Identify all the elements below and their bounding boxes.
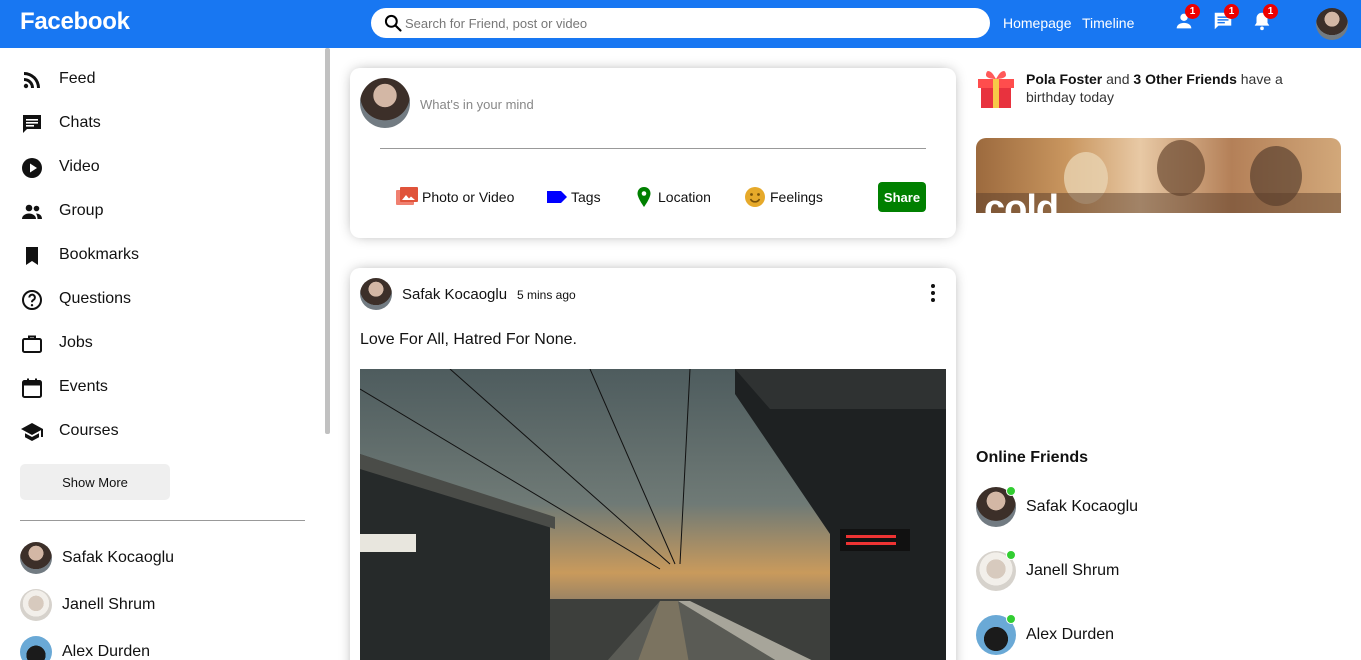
logo[interactable]: Facebook [20,8,130,36]
option-label: Feelings [770,189,823,205]
post-card: Safak Kocaoglu 5 mins ago Love For All, … [350,268,956,660]
online-friend[interactable]: Alex Durden [976,614,1276,655]
post-avatar[interactable] [360,278,392,310]
sidebar-item-label: Questions [59,290,132,307]
photo-icon [396,187,418,205]
friend-name: Janell Shrum [62,596,156,613]
share-card: Photo or Video Tags Location Feelings Sh… [350,68,956,238]
notifications-badge: 1 [1263,4,1278,19]
ad-banner[interactable]: cold [976,138,1341,213]
sidebar-item-feed[interactable]: Feed [20,66,300,94]
photo-video-option[interactable]: Photo or Video [395,184,520,210]
calendar-icon [22,378,42,398]
birthday-notice: Pola Foster and 3 Other Friends have a b… [1026,70,1316,106]
sidebar-item-video[interactable]: Video [20,154,300,182]
option-label: Tags [571,189,601,205]
sidebar-item-label: Group [59,202,104,219]
school-icon [21,423,43,441]
help-circle-icon [22,290,42,310]
friend-requests-badge: 1 [1185,4,1200,19]
friend-requests-button[interactable]: 1 [1173,4,1200,36]
play-circle-icon [22,158,42,178]
sidebar-friend[interactable]: Alex Durden [20,636,300,660]
birthday-name[interactable]: Pola Foster [1026,71,1102,87]
notifications-button[interactable]: 1 [1251,4,1278,36]
feelings-option[interactable]: Feelings [744,184,824,210]
group-icon [22,204,42,219]
sidebar-scrollbar[interactable] [325,48,330,434]
profile-avatar[interactable] [1316,8,1348,40]
sidebar-item-courses[interactable]: Courses [20,418,300,446]
timeline-link[interactable]: Timeline [1082,15,1134,31]
messages-button[interactable]: 1 [1212,4,1239,36]
bookmark-icon [26,247,38,265]
online-status-dot [1006,550,1016,560]
location-option[interactable]: Location [634,184,719,210]
sidebar-item-group[interactable]: Group [20,198,300,226]
train-station-photo [360,369,946,660]
post-text: Love For All, Hatred For None. [360,331,577,348]
chat-icon [23,115,41,133]
tags-option[interactable]: Tags [545,184,605,210]
friend-name: Safak Kocaoglu [62,549,175,566]
online-status-dot [1006,614,1016,624]
sidebar-item-questions[interactable]: Questions [20,286,300,314]
post-image[interactable] [360,369,946,660]
share-divider [380,148,926,149]
show-more-button[interactable]: Show More [20,464,170,500]
post-username[interactable]: Safak Kocaoglu [402,286,507,303]
rss-feed-icon [23,72,40,89]
tag-icon [547,191,567,203]
birthday-others[interactable]: 3 Other Friends [1133,71,1236,87]
sidebar-item-events[interactable]: Events [20,374,300,402]
option-label: Photo or Video [422,189,515,205]
post-time: 5 mins ago [517,288,576,302]
friend-name: Alex Durden [62,643,151,660]
sidebar-item-label: Video [59,158,100,175]
sidebar-item-label: Bookmarks [59,246,140,263]
sidebar-friend[interactable]: Janell Shrum [20,589,300,621]
sidebar-item-jobs[interactable]: Jobs [20,330,300,358]
sidebar-item-bookmarks[interactable]: Bookmarks [20,242,300,270]
friend-avatar [20,589,52,621]
share-avatar [360,78,410,128]
sidebar-item-label: Jobs [59,334,93,351]
online-friend-name: Safak Kocaoglu [1026,498,1139,515]
online-friend[interactable]: Janell Shrum [976,550,1276,591]
ad-text: cold [984,188,1059,213]
gift-icon [978,71,1014,108]
online-friends-title: Online Friends [976,449,1089,466]
online-friend-name: Alex Durden [1026,626,1115,643]
search-bar[interactable] [371,8,990,38]
sidebar-item-label: Feed [59,70,96,87]
search-input[interactable] [405,13,975,33]
sidebar-item-chats[interactable]: Chats [20,110,300,138]
location-pin-icon [637,187,651,207]
share-input[interactable] [420,94,920,114]
friend-avatar [20,636,52,660]
friend-avatar [20,542,52,574]
online-friend[interactable]: Safak Kocaoglu [976,486,1276,527]
messages-badge: 1 [1224,4,1239,19]
emoji-icon [745,187,765,207]
online-friend-name: Janell Shrum [1026,562,1120,579]
sidebar-item-label: Events [59,378,108,395]
top-bar: Facebook Homepage Timeline 1 1 1 [0,0,1361,48]
sidebar-divider [20,520,305,521]
briefcase-icon [22,335,42,353]
homepage-link[interactable]: Homepage [1003,15,1072,31]
option-label: Location [658,189,711,205]
sidebar-item-label: Chats [59,114,101,131]
sidebar-friend[interactable]: Safak Kocaoglu [20,542,300,574]
sidebar-item-label: Courses [59,422,119,439]
search-icon [384,14,402,32]
online-status-dot [1006,486,1016,496]
more-vert-icon[interactable] [924,282,942,304]
share-button[interactable]: Share [878,182,926,212]
birthday-and: and [1106,71,1130,87]
